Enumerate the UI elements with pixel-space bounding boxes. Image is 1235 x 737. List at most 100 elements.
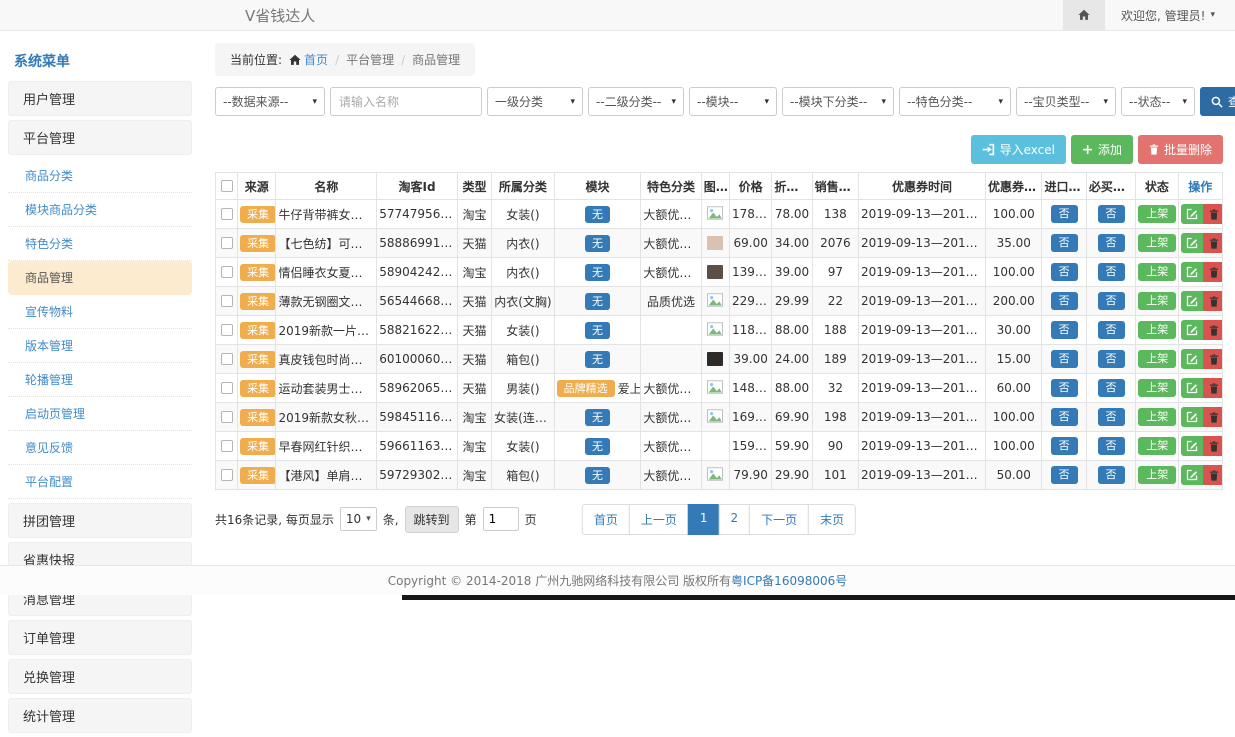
status-button[interactable]: 上架 bbox=[1138, 292, 1176, 310]
sidebar-item-商品管理[interactable]: 商品管理 bbox=[8, 261, 192, 295]
batch-delete-button[interactable]: 批量删除 bbox=[1138, 135, 1223, 164]
import-excel-button[interactable]: 导入excel bbox=[971, 135, 1066, 164]
must-buy-toggle[interactable]: 否 bbox=[1098, 466, 1125, 484]
edit-button[interactable] bbox=[1181, 320, 1203, 340]
row-checkbox[interactable] bbox=[221, 237, 233, 249]
edit-button[interactable] bbox=[1181, 262, 1203, 282]
pager-button-1[interactable]: 1 bbox=[688, 504, 720, 535]
delete-button[interactable] bbox=[1203, 407, 1223, 427]
edit-button[interactable] bbox=[1181, 349, 1203, 369]
import-select-toggle[interactable]: 否 bbox=[1051, 437, 1078, 455]
delete-button[interactable] bbox=[1203, 349, 1223, 369]
sidebar-item-意见反馈[interactable]: 意见反馈 bbox=[8, 431, 192, 465]
row-checkbox[interactable] bbox=[221, 469, 233, 481]
delete-button[interactable] bbox=[1203, 320, 1223, 340]
module-select[interactable]: --模块--▾ bbox=[689, 87, 777, 116]
user-menu[interactable]: 欢迎您, 管理员! ▾ bbox=[1105, 7, 1235, 24]
status-button[interactable]: 上架 bbox=[1138, 205, 1176, 223]
import-select-toggle[interactable]: 否 bbox=[1051, 379, 1078, 397]
per-page-select[interactable]: 10 ▾ bbox=[340, 507, 377, 531]
row-checkbox[interactable] bbox=[221, 411, 233, 423]
must-buy-toggle[interactable]: 否 bbox=[1098, 437, 1125, 455]
pager-button-首页[interactable]: 首页 bbox=[582, 504, 630, 535]
import-select-toggle[interactable]: 否 bbox=[1051, 466, 1078, 484]
feature-category-select[interactable]: --特色分类--▾ bbox=[899, 87, 1011, 116]
query-button[interactable]: 查询 bbox=[1200, 87, 1235, 116]
delete-button[interactable] bbox=[1203, 233, 1223, 253]
row-checkbox[interactable] bbox=[221, 324, 233, 336]
sidebar-group-订单管理[interactable]: 订单管理 bbox=[8, 620, 192, 655]
jump-button[interactable]: 跳转到 bbox=[405, 506, 459, 533]
delete-button[interactable] bbox=[1203, 378, 1223, 398]
sidebar-item-模块商品分类[interactable]: 模块商品分类 bbox=[8, 193, 192, 227]
sidebar-group-platform[interactable]: 平台管理 bbox=[8, 120, 192, 155]
status-button[interactable]: 上架 bbox=[1138, 321, 1176, 339]
row-checkbox[interactable] bbox=[221, 353, 233, 365]
must-buy-toggle[interactable]: 否 bbox=[1098, 292, 1125, 310]
delete-button[interactable] bbox=[1203, 465, 1223, 485]
breadcrumb-home-link[interactable]: 首页 bbox=[289, 51, 328, 68]
sidebar-group-拼团管理[interactable]: 拼团管理 bbox=[8, 503, 192, 538]
import-select-toggle[interactable]: 否 bbox=[1051, 205, 1078, 223]
must-buy-toggle[interactable]: 否 bbox=[1098, 350, 1125, 368]
edit-button[interactable] bbox=[1181, 233, 1203, 253]
status-select[interactable]: --状态--▾ bbox=[1121, 87, 1195, 116]
must-buy-toggle[interactable]: 否 bbox=[1098, 321, 1125, 339]
must-buy-toggle[interactable]: 否 bbox=[1098, 379, 1125, 397]
sidebar-group-统计管理[interactable]: 统计管理 bbox=[8, 698, 192, 733]
must-buy-toggle[interactable]: 否 bbox=[1098, 263, 1125, 281]
status-button[interactable]: 上架 bbox=[1138, 350, 1176, 368]
sidebar-item-宣传物料[interactable]: 宣传物料 bbox=[8, 295, 192, 329]
sidebar-item-商品分类[interactable]: 商品分类 bbox=[8, 159, 192, 193]
pager-button-上一页[interactable]: 上一页 bbox=[629, 504, 689, 535]
import-select-toggle[interactable]: 否 bbox=[1051, 350, 1078, 368]
status-button[interactable]: 上架 bbox=[1138, 263, 1176, 281]
import-select-toggle[interactable]: 否 bbox=[1051, 408, 1078, 426]
import-select-toggle[interactable]: 否 bbox=[1051, 292, 1078, 310]
must-buy-toggle[interactable]: 否 bbox=[1098, 205, 1125, 223]
row-checkbox[interactable] bbox=[221, 295, 233, 307]
row-checkbox[interactable] bbox=[221, 440, 233, 452]
status-button[interactable]: 上架 bbox=[1138, 408, 1176, 426]
status-button[interactable]: 上架 bbox=[1138, 437, 1176, 455]
edit-button[interactable] bbox=[1181, 436, 1203, 456]
delete-button[interactable] bbox=[1203, 291, 1223, 311]
sidebar-group-兑换管理[interactable]: 兑换管理 bbox=[8, 659, 192, 694]
page-number-input[interactable] bbox=[483, 507, 519, 531]
row-checkbox[interactable] bbox=[221, 266, 233, 278]
delete-button[interactable] bbox=[1203, 436, 1223, 456]
delete-button[interactable] bbox=[1203, 262, 1223, 282]
status-button[interactable]: 上架 bbox=[1138, 234, 1176, 252]
edit-button[interactable] bbox=[1181, 378, 1203, 398]
delete-button[interactable] bbox=[1203, 204, 1223, 224]
row-checkbox[interactable] bbox=[221, 382, 233, 394]
edit-button[interactable] bbox=[1181, 291, 1203, 311]
import-select-toggle[interactable]: 否 bbox=[1051, 263, 1078, 281]
sidebar-item-轮播管理[interactable]: 轮播管理 bbox=[8, 363, 192, 397]
name-search-input[interactable] bbox=[330, 87, 482, 116]
pager-button-2[interactable]: 2 bbox=[719, 504, 751, 535]
icp-link[interactable]: 粤ICP备16098006号 bbox=[731, 572, 847, 589]
level1-category-select[interactable]: 一级分类▾ bbox=[487, 87, 583, 116]
select-all-checkbox[interactable] bbox=[221, 180, 233, 192]
sidebar-item-启动页管理[interactable]: 启动页管理 bbox=[8, 397, 192, 431]
must-buy-toggle[interactable]: 否 bbox=[1098, 234, 1125, 252]
edit-button[interactable] bbox=[1181, 204, 1203, 224]
sidebar-item-特色分类[interactable]: 特色分类 bbox=[8, 227, 192, 261]
edit-button[interactable] bbox=[1181, 465, 1203, 485]
row-checkbox[interactable] bbox=[221, 208, 233, 220]
sidebar-group-users[interactable]: 用户管理 bbox=[8, 81, 192, 116]
pager-button-末页[interactable]: 末页 bbox=[808, 504, 856, 535]
add-button[interactable]: 添加 bbox=[1071, 135, 1133, 164]
data-source-select[interactable]: --数据来源--▾ bbox=[215, 87, 325, 116]
import-select-toggle[interactable]: 否 bbox=[1051, 321, 1078, 339]
status-button[interactable]: 上架 bbox=[1138, 379, 1176, 397]
must-buy-toggle[interactable]: 否 bbox=[1098, 408, 1125, 426]
sidebar-item-平台配置[interactable]: 平台配置 bbox=[8, 465, 192, 499]
module-subcategory-select[interactable]: --模块下分类--▾ bbox=[782, 87, 894, 116]
item-type-select[interactable]: --宝贝类型--▾ bbox=[1016, 87, 1116, 116]
header-home-button[interactable] bbox=[1063, 0, 1105, 30]
import-select-toggle[interactable]: 否 bbox=[1051, 234, 1078, 252]
sidebar-item-版本管理[interactable]: 版本管理 bbox=[8, 329, 192, 363]
level2-category-select[interactable]: --二级分类--▾ bbox=[588, 87, 684, 116]
